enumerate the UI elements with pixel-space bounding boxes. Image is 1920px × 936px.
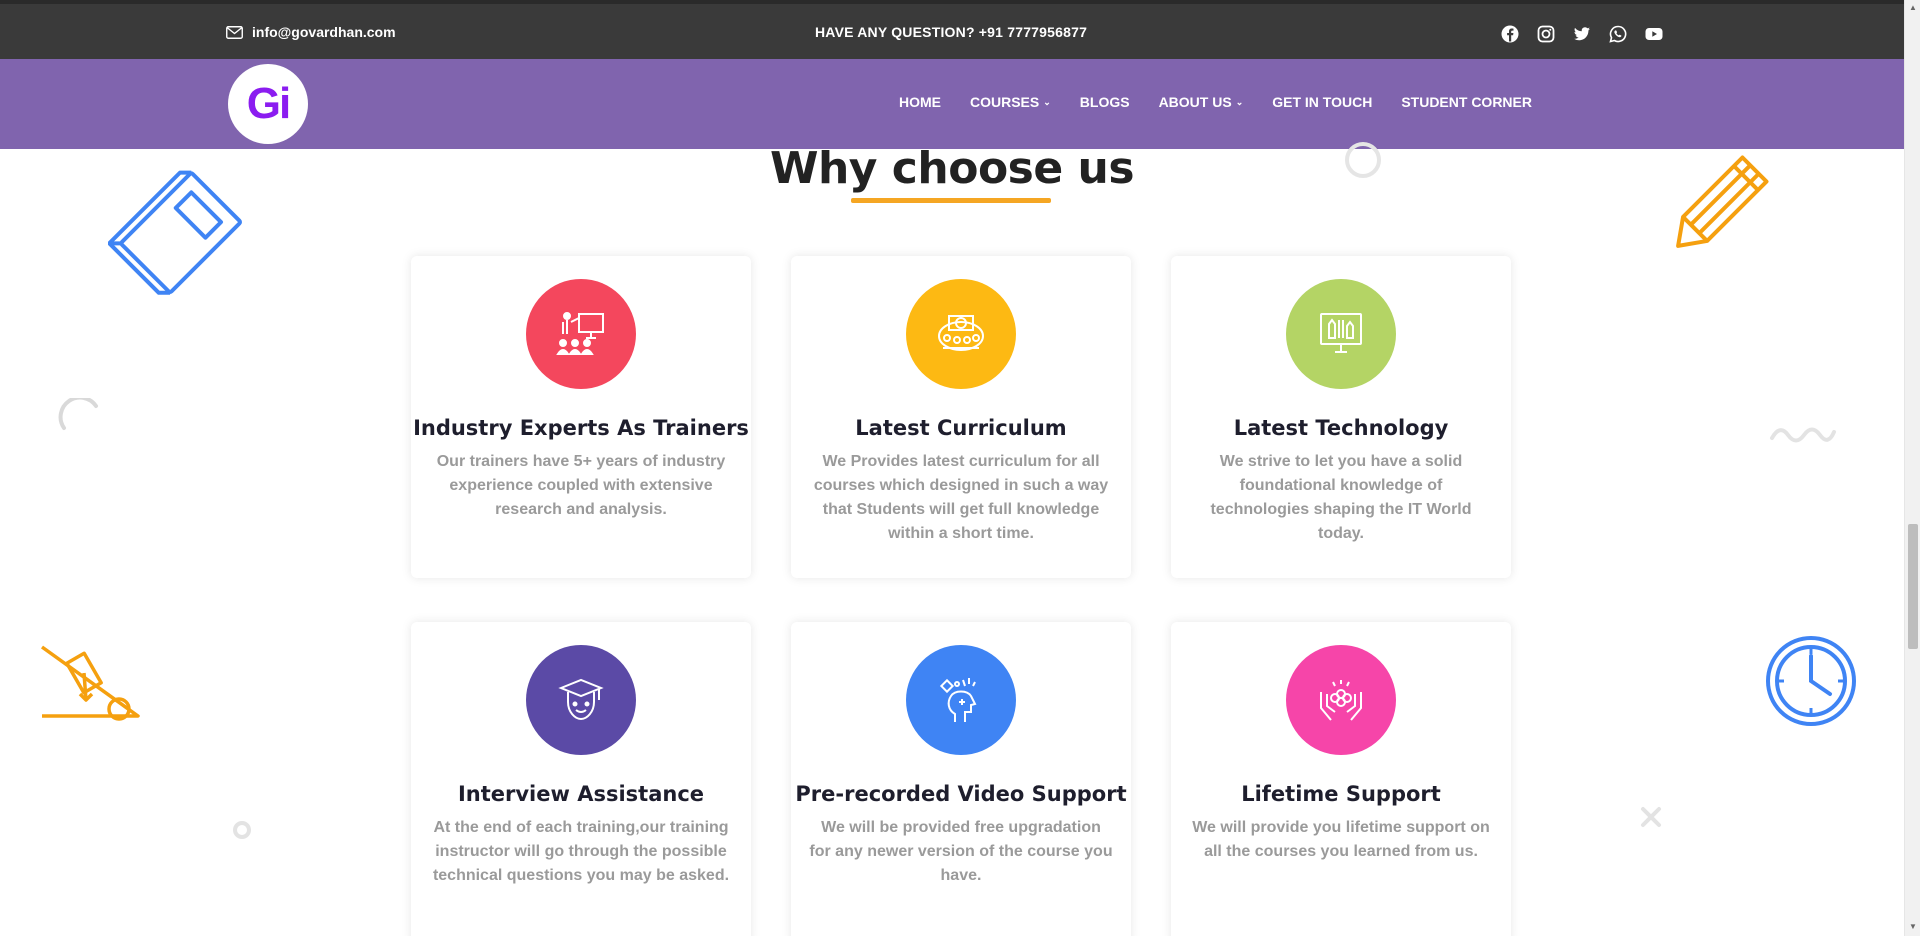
nav-item-label: COURSES	[970, 94, 1040, 110]
main-nav: Gi HOME COURSES ⌄ BLOGS ABOUT US ⌄ GET IN …	[0, 59, 1904, 149]
email-text: info@govardhan.com	[252, 24, 396, 40]
chevron-down-icon: ⌄	[1043, 96, 1051, 107]
scroll-down-icon[interactable]: ▼	[1909, 922, 1917, 931]
nav-item-label: HOME	[899, 94, 941, 110]
heading-underline	[851, 198, 1051, 203]
feature-description: We will provide you lifetime support on …	[1192, 819, 1490, 860]
set-square-icon	[40, 645, 140, 721]
mind-icon	[939, 678, 977, 722]
feature-title: Pre-recorded Video Support	[795, 782, 1127, 806]
wave-decoration-icon	[1770, 427, 1836, 443]
feature-icon-circle	[906, 279, 1016, 389]
nav-item-label: GET IN TOUCH	[1272, 94, 1373, 110]
small-ring-decoration-icon	[233, 821, 251, 839]
trainer-icon	[556, 312, 604, 355]
nav-item-label: BLOGS	[1079, 94, 1130, 110]
feature-description: Our trainers have 5+ years of industry e…	[436, 453, 726, 518]
feature-card: Interview Assistance At the end of each …	[411, 622, 751, 936]
top-bar: info@govardhan.com HAVE ANY QUESTION? +9…	[0, 0, 1904, 59]
contact-question: HAVE ANY QUESTION? +91 7777956877	[815, 24, 1088, 40]
feature-title: Latest Technology	[1233, 416, 1449, 440]
page-scrollbar[interactable]: ▲ ▼	[1904, 0, 1920, 936]
twitter-icon[interactable]	[1573, 25, 1591, 43]
feature-icon-circle	[1286, 645, 1396, 755]
nav-item-about-us[interactable]: ABOUT US ⌄	[1159, 94, 1244, 110]
arc-decoration-icon	[58, 398, 98, 430]
feature-icon-circle	[1286, 279, 1396, 389]
feature-card: Latest Technology We strive to let you h…	[1171, 256, 1511, 578]
section-heading: Why choose us	[769, 143, 1135, 194]
page: info@govardhan.com HAVE ANY QUESTION? +9…	[0, 0, 1920, 936]
feature-description: We will be provided free upgradation for…	[809, 819, 1113, 884]
graduate-icon	[558, 678, 604, 721]
instagram-icon[interactable]	[1537, 25, 1555, 43]
nav-item-student-corner[interactable]: STUDENT CORNER	[1401, 94, 1532, 110]
clock-icon	[1766, 636, 1856, 726]
feature-description: We Provides latest curriculum for all co…	[813, 453, 1109, 542]
nav-item-home[interactable]: HOME	[899, 94, 941, 110]
facebook-icon[interactable]	[1501, 25, 1519, 43]
nav-item-label: STUDENT CORNER	[1401, 94, 1532, 110]
email-link[interactable]: info@govardhan.com	[226, 24, 396, 40]
feature-title: Lifetime Support	[1241, 782, 1441, 806]
social-links	[1501, 25, 1663, 43]
feature-card: Lifetime Support We will provide you lif…	[1171, 622, 1511, 936]
feature-icon-circle	[906, 645, 1016, 755]
nav-item-get-in-touch[interactable]: GET IN TOUCH	[1272, 94, 1372, 110]
feature-description: We strive to let you have a solid founda…	[1210, 453, 1472, 542]
feature-icon-circle	[526, 645, 636, 755]
whatsapp-icon[interactable]	[1609, 25, 1627, 43]
feature-title: Industry Experts As Trainers	[413, 416, 749, 440]
feature-card: Latest Curriculum We Provides latest cur…	[791, 256, 1131, 578]
youtube-icon[interactable]	[1645, 25, 1663, 43]
curriculum-icon	[938, 315, 984, 351]
support-hands-icon	[1320, 680, 1362, 721]
feature-title: Interview Assistance	[457, 782, 705, 806]
nav-menu: HOME COURSES ⌄ BLOGS ABOUT US ⌄ GET IN TOU…	[899, 94, 1561, 110]
site-logo[interactable]: Gi	[228, 64, 308, 144]
nav-item-courses[interactable]: COURSES ⌄	[970, 94, 1051, 110]
mail-icon	[226, 25, 243, 39]
feature-description: At the end of each training,our training…	[432, 819, 730, 884]
chevron-down-icon: ⌄	[1235, 96, 1244, 107]
logo-text: Gi	[246, 79, 291, 128]
nav-item-label: ABOUT US	[1158, 94, 1232, 110]
feature-card: Pre-recorded Video Support We will be pr…	[791, 622, 1131, 936]
feature-icon-circle	[526, 279, 636, 389]
nav-item-blogs[interactable]: BLOGS	[1080, 94, 1130, 110]
technology-icon	[1320, 313, 1362, 353]
cross-decoration-icon	[1641, 807, 1661, 827]
scroll-up-icon[interactable]: ▲	[1909, 3, 1917, 12]
feature-title: Latest Curriculum	[855, 416, 1067, 440]
scrollbar-thumb[interactable]	[1908, 524, 1918, 649]
feature-card: Industry Experts As Trainers Our trainer…	[411, 256, 751, 578]
